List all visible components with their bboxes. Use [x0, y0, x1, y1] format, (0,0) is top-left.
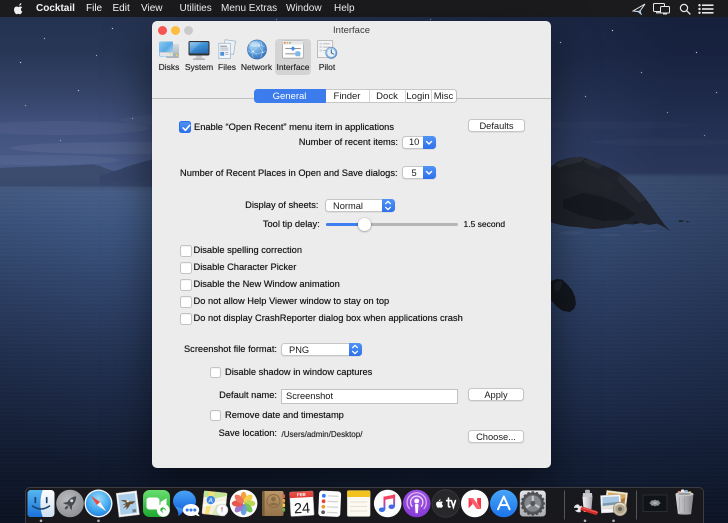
svg-text:24: 24: [294, 501, 311, 518]
svg-text:FEB: FEB: [297, 492, 306, 497]
